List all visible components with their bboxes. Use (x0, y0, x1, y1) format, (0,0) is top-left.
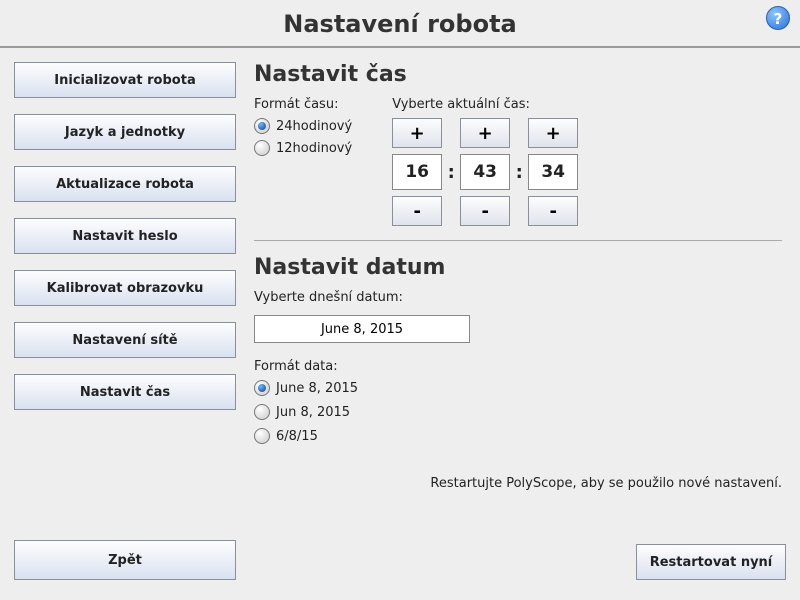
radio-date-short[interactable]: 6/8/15 (254, 428, 782, 444)
time-format-group: 24hodinový 12hodinový (254, 118, 352, 156)
date-format-label: Formát data: (254, 359, 782, 374)
radio-dot-icon (254, 428, 270, 444)
radio-12h[interactable]: 12hodinový (254, 140, 352, 156)
header: Nastavení robota ? (0, 0, 800, 48)
radio-24h[interactable]: 24hodinový (254, 118, 352, 134)
colon-icon: : (514, 162, 524, 183)
sidebar-item-language[interactable]: Jazyk a jednotky (14, 114, 236, 150)
radio-dot-icon (254, 404, 270, 420)
radio-date-long-label: June 8, 2015 (276, 381, 358, 396)
radio-date-long[interactable]: June 8, 2015 (254, 380, 782, 396)
divider (254, 240, 782, 241)
time-select-label: Vyberte aktuální čas: (392, 97, 578, 112)
sidebar-item-time[interactable]: Nastavit čas (14, 374, 236, 410)
date-input[interactable] (254, 315, 470, 343)
footer: Zpět Restartovat nyní (14, 540, 786, 580)
minute-minus-button[interactable]: - (460, 196, 510, 226)
minute-value[interactable]: 43 (460, 154, 510, 190)
sidebar: Inicializovat robota Jazyk a jednotky Ak… (14, 62, 236, 491)
back-button[interactable]: Zpět (14, 540, 236, 580)
set-time-title: Nastavit čas (254, 62, 782, 87)
radio-date-med[interactable]: Jun 8, 2015 (254, 404, 782, 420)
minute-plus-button[interactable]: + (460, 118, 510, 148)
hour-minus-button[interactable]: - (392, 196, 442, 226)
restart-button[interactable]: Restartovat nyní (636, 544, 786, 580)
radio-dot-icon (254, 140, 270, 156)
time-select-block: Vyberte aktuální čas: + + + 16 : 43 : 34… (392, 97, 578, 226)
set-date-title: Nastavit datum (254, 255, 782, 280)
sidebar-item-network[interactable]: Nastavení sítě (14, 322, 236, 358)
time-format-label: Formát času: (254, 97, 352, 112)
radio-24h-label: 24hodinový (276, 119, 352, 134)
hour-plus-button[interactable]: + (392, 118, 442, 148)
second-plus-button[interactable]: + (528, 118, 578, 148)
radio-dot-icon (254, 380, 270, 396)
date-select-label: Vyberte dnešní datum: (254, 290, 782, 305)
time-format-block: Formát času: 24hodinový 12hodinový (254, 97, 352, 226)
radio-date-med-label: Jun 8, 2015 (276, 405, 350, 420)
hour-value[interactable]: 16 (392, 154, 442, 190)
page-title: Nastavení robota (0, 10, 800, 38)
time-spinner: + + + 16 : 43 : 34 - - - (392, 118, 578, 226)
second-minus-button[interactable]: - (528, 196, 578, 226)
second-value[interactable]: 34 (528, 154, 578, 190)
sidebar-item-calibrate[interactable]: Kalibrovat obrazovku (14, 270, 236, 306)
radio-dot-icon (254, 118, 270, 134)
radio-12h-label: 12hodinový (276, 141, 352, 156)
sidebar-item-update[interactable]: Aktualizace robota (14, 166, 236, 202)
sidebar-item-password[interactable]: Nastavit heslo (14, 218, 236, 254)
layout: Inicializovat robota Jazyk a jednotky Ak… (0, 48, 800, 491)
time-row: Formát času: 24hodinový 12hodinový Vyber… (254, 97, 782, 226)
date-format-group: June 8, 2015 Jun 8, 2015 6/8/15 (254, 380, 782, 444)
restart-note: Restartujte PolyScope, aby se použilo no… (254, 476, 782, 491)
main: Nastavit čas Formát času: 24hodinový 12h… (254, 62, 786, 491)
colon-icon: : (446, 162, 456, 183)
help-icon[interactable]: ? (766, 6, 790, 30)
radio-date-short-label: 6/8/15 (276, 429, 318, 444)
sidebar-item-initialize[interactable]: Inicializovat robota (14, 62, 236, 98)
